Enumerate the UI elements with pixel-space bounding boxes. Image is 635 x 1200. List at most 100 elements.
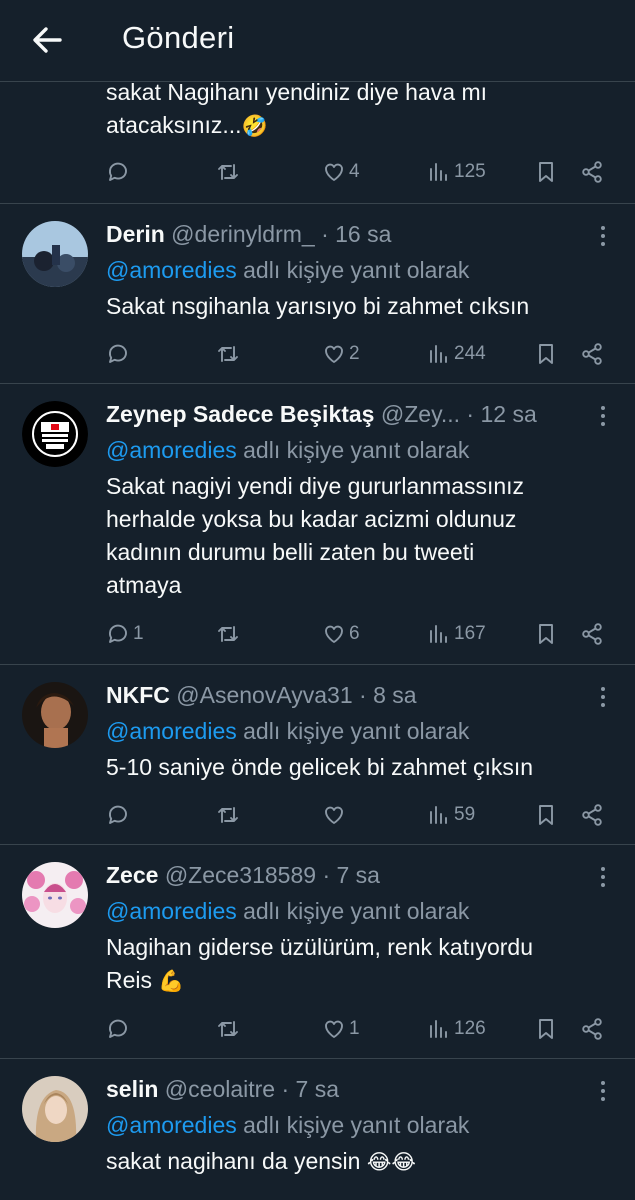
bookmark-button[interactable] (534, 152, 558, 192)
retweet-button[interactable] (216, 334, 240, 374)
share-icon (582, 804, 602, 826)
bookmark-icon (539, 162, 553, 182)
mention-link[interactable]: @amoredies (106, 718, 237, 744)
avatar[interactable] (22, 862, 88, 928)
retweet-icon (218, 807, 238, 823)
handle-and-time: @Zey... · 12 sa (374, 401, 537, 427)
avatar[interactable] (22, 401, 88, 467)
share-button[interactable] (580, 152, 604, 192)
replying-to: @amoredies adlı kişiye yanıt olarak (106, 718, 470, 744)
tweet-text: Sakat nsgihanla yarısıyo bi zahmet cıksı… (106, 293, 530, 319)
bookmark-icon (539, 344, 553, 364)
views-button[interactable]: 126 (427, 1009, 486, 1049)
reply-tweet[interactable]: Zeynep Sadece Beşiktaş @Zey... · 12 sa @… (0, 383, 635, 664)
mention-link[interactable]: @amoredies (106, 437, 237, 463)
views-count: 59 (454, 804, 476, 825)
bookmark-icon (539, 1019, 553, 1039)
handle-and-time: @derinyldrm_ · 16 sa (164, 221, 392, 247)
like-button[interactable]: 1 (322, 1009, 360, 1049)
reply-icon (109, 1019, 127, 1038)
views-bar-chart-icon (430, 625, 447, 643)
reply-tweet[interactable]: selin @ceolaitre · 7 sa @amoredies adlı … (0, 1058, 635, 1200)
bookmark-icon (539, 624, 553, 644)
views-bar-chart-icon (430, 806, 447, 824)
handle-and-time: @ceolaitre · 7 sa (158, 1076, 340, 1102)
bookmark-button[interactable] (534, 1009, 558, 1049)
mention-link[interactable]: @amoredies (106, 1112, 237, 1138)
display-name[interactable]: Derin (106, 221, 165, 247)
tweet-text: sakat nagihanı da yensin 😂😂 (106, 1148, 416, 1174)
views-bar-chart-icon (430, 345, 447, 363)
tweet-header: NKFC @AsenovAyva31 · 8 sa (106, 679, 587, 711)
avatar[interactable] (22, 221, 88, 287)
tweet-text: Nagihan giderse üzülürüm, renk katıyordu… (106, 934, 534, 993)
share-button[interactable] (580, 795, 604, 835)
mention-link[interactable]: @amoredies (106, 898, 237, 924)
reply-icon (109, 624, 127, 643)
handle-and-time: @AsenovAyva31 · 8 sa (169, 682, 417, 708)
avatar[interactable] (22, 1076, 88, 1142)
share-icon (582, 1018, 602, 1040)
retweet-button[interactable] (216, 152, 240, 192)
retweet-icon (218, 164, 238, 180)
retweet-button[interactable] (216, 795, 240, 835)
tweet-action-bar: 59 (0, 795, 635, 835)
share-icon (582, 343, 602, 365)
reply-button[interactable]: 1 (106, 614, 144, 654)
retweet-button[interactable] (216, 614, 240, 654)
more-options-icon[interactable] (595, 685, 611, 709)
tweet-text: sakat Nagihanı yendiniz diye hava mı ata… (106, 79, 487, 138)
tweet-header: Zece @Zece318589 · 7 sa (106, 859, 587, 891)
like-count: 2 (349, 343, 360, 364)
tweet-action-bar: 4 125 (0, 152, 635, 192)
views-button[interactable]: 244 (427, 334, 486, 374)
views-count: 244 (454, 343, 486, 364)
retweet-icon (218, 1021, 238, 1037)
reply-button[interactable] (106, 1009, 130, 1049)
reply-button[interactable] (106, 334, 130, 374)
avatar[interactable] (22, 682, 88, 748)
display-name[interactable]: selin (106, 1076, 158, 1102)
bookmark-icon (539, 805, 553, 825)
tweet-header: selin @ceolaitre · 7 sa (106, 1073, 587, 1105)
bookmark-button[interactable] (534, 614, 558, 654)
tweet-text: Sakat nagiyi yendi diye gururlanmassınız… (106, 473, 525, 598)
avatar-image (22, 862, 88, 928)
share-icon (582, 161, 602, 183)
tears-of-joy-emoji: 😂😂 (366, 1150, 416, 1174)
share-button[interactable] (580, 614, 604, 654)
views-bar-chart-icon (430, 1020, 447, 1038)
like-button[interactable]: 4 (322, 152, 360, 192)
reply-tweet[interactable]: NKFC @AsenovAyva31 · 8 sa @amoredies adl… (0, 664, 635, 844)
display-name[interactable]: Zece (106, 862, 158, 888)
bookmark-button[interactable] (534, 334, 558, 374)
reply-button[interactable] (106, 152, 130, 192)
more-options-icon[interactable] (595, 1079, 611, 1103)
mention-link[interactable]: @amoredies (106, 257, 237, 283)
views-count: 126 (454, 1018, 486, 1039)
display-name[interactable]: Zeynep Sadece Beşiktaş (106, 401, 374, 427)
more-options-icon[interactable] (595, 404, 611, 428)
like-button[interactable] (322, 795, 346, 835)
reply-icon (109, 344, 127, 363)
reply-tweet[interactable]: Derin @derinyldrm_ · 16 sa @amoredies ad… (0, 203, 635, 383)
reply-tweet[interactable]: Zece @Zece318589 · 7 sa @amoredies adlı … (0, 844, 635, 1058)
bookmark-button[interactable] (534, 795, 558, 835)
views-button[interactable]: 59 (427, 795, 475, 835)
views-button[interactable]: 167 (427, 614, 486, 654)
retweet-button[interactable] (216, 1009, 240, 1049)
tweet-header: Derin @derinyldrm_ · 16 sa (106, 218, 587, 250)
reply-button[interactable] (106, 795, 130, 835)
like-button[interactable]: 2 (322, 334, 360, 374)
tweet-action-bar: 1 6 167 (0, 614, 635, 654)
more-options-icon[interactable] (595, 224, 611, 248)
share-icon (582, 623, 602, 645)
replying-to: @amoredies adlı kişiye yanıt olarak (106, 437, 470, 463)
share-button[interactable] (580, 1009, 604, 1049)
share-button[interactable] (580, 334, 604, 374)
like-button[interactable]: 6 (322, 614, 360, 654)
back-arrow-icon[interactable] (28, 22, 68, 58)
more-options-icon[interactable] (595, 865, 611, 889)
display-name[interactable]: NKFC (106, 682, 170, 708)
views-button[interactable]: 125 (427, 152, 486, 192)
